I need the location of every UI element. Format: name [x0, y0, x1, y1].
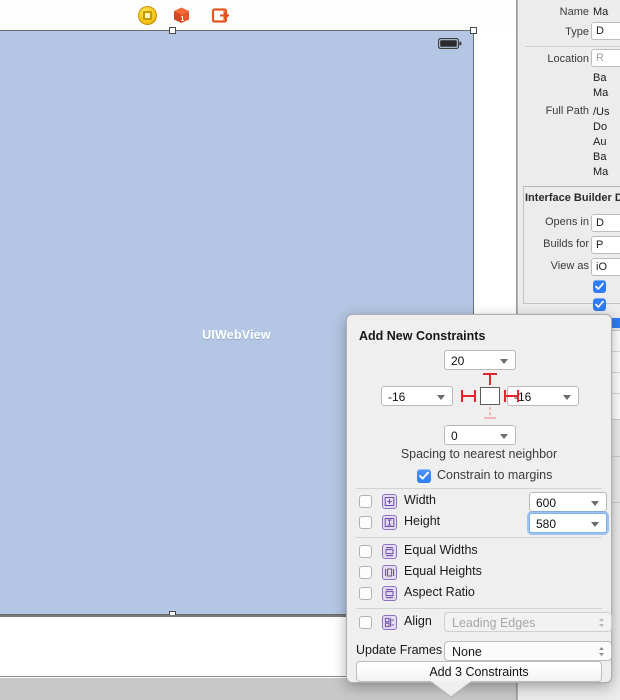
file-template-library-icon[interactable] — [138, 6, 157, 25]
align-checkbox[interactable] — [359, 616, 372, 629]
full-path-line-5: Ma — [593, 166, 609, 178]
equal-widths-checkbox[interactable] — [359, 545, 372, 558]
media-library-icon[interactable] — [211, 6, 230, 25]
aspect-ratio-label: Aspect Ratio — [404, 585, 475, 599]
use-size-classes-checkbox[interactable] — [593, 298, 606, 311]
view-as-value: iO — [596, 261, 607, 273]
height-value: 580 — [536, 517, 557, 531]
constraint-row-aspect-ratio[interactable]: Aspect Ratio — [346, 583, 612, 604]
equal-heights-checkbox[interactable] — [359, 566, 372, 579]
updown-chevron-icon — [599, 618, 604, 627]
chevron-down-icon — [591, 522, 599, 527]
bottom-constraint-bar — [484, 407, 496, 419]
leading-spacing-value: -16 — [388, 390, 406, 404]
align-icon — [382, 615, 397, 630]
width-constraint-checkbox[interactable] — [359, 495, 372, 508]
full-path-line-4: Ba — [593, 151, 607, 163]
popover-divider-2 — [356, 537, 602, 538]
object-library-icon[interactable]: 1 — [172, 6, 191, 25]
update-frames-label: Update Frames — [356, 643, 443, 657]
constrain-to-margins-label: Constrain to margins — [437, 468, 553, 482]
height-constraint-checkbox[interactable] — [359, 516, 372, 529]
chevron-down-icon — [500, 434, 508, 439]
align-label: Align — [404, 614, 432, 628]
chevron-down-icon — [591, 501, 599, 506]
svg-text:1: 1 — [180, 16, 184, 23]
inspector-label-view-as: View as — [550, 260, 589, 272]
full-path-line-3: Au — [593, 136, 607, 148]
opens-in-value: D — [596, 217, 604, 229]
inspector-row-location: Location R — [517, 49, 620, 68]
equal-widths-icon — [382, 544, 397, 559]
height-constraint-icon — [382, 515, 397, 530]
inspector-divider-1 — [525, 46, 620, 47]
interface-builder-document-header: Interface Builder D — [525, 192, 620, 204]
chevron-down-icon — [500, 359, 508, 364]
height-value-combo[interactable]: 580 — [529, 513, 607, 533]
height-constraint-label: Height — [404, 514, 441, 528]
type-popup-button[interactable]: D — [591, 22, 620, 40]
popover-divider-1 — [356, 488, 602, 489]
popover-tail — [430, 681, 472, 698]
builds-for-value: P — [596, 239, 604, 251]
leading-constraint-bar — [461, 390, 476, 402]
location-path-line-2: Ma — [593, 87, 609, 99]
leading-spacing-combo[interactable]: -16 — [381, 386, 453, 406]
opens-in-popup-button[interactable]: D — [591, 214, 620, 232]
add-constraints-button[interactable]: Add 3 Constraints — [356, 661, 602, 682]
updown-chevron-icon — [599, 647, 604, 656]
update-frames-value: None — [452, 645, 482, 659]
inspector-label-full-path: Full Path — [545, 105, 589, 117]
add-constraints-button-label: Add 3 Constraints — [429, 665, 529, 679]
library-toolbar: 1 — [0, 0, 517, 30]
spacing-caption: Spacing to nearest neighbor — [400, 447, 558, 461]
location-popup-button[interactable]: R — [591, 49, 620, 67]
inspector-label-opens-in: Opens in — [544, 216, 589, 228]
constraint-row-equal-heights[interactable]: Equal Heights — [346, 562, 612, 583]
top-spacing-combo[interactable]: 20 — [444, 350, 516, 370]
view-as-popup-button[interactable]: iO — [591, 258, 620, 276]
align-selected-value: Leading Edges — [452, 616, 536, 630]
width-constraint-icon — [382, 494, 397, 509]
width-constraint-label: Width — [404, 493, 436, 507]
width-value: 600 — [536, 496, 557, 510]
trailing-constraint-bar — [504, 390, 519, 402]
popover-title: Add New Constraints — [359, 329, 486, 343]
popover-divider-3 — [356, 608, 602, 609]
full-path-line-2: Do — [593, 121, 608, 133]
inspector-row-name: Name Ma — [517, 4, 620, 21]
battery-icon — [438, 38, 462, 49]
align-options-popup[interactable]: Leading Edges — [444, 612, 612, 632]
full-path-line-1: /Us — [593, 106, 610, 118]
location-popup-value: R — [596, 52, 604, 64]
type-popup-value: D — [596, 25, 604, 37]
builds-for-popup-button[interactable]: P — [591, 236, 620, 254]
inspector-row-type: Type D — [517, 22, 620, 41]
equal-widths-label: Equal Widths — [404, 543, 478, 557]
constraint-spacing-widget — [460, 372, 520, 420]
constraint-row-equal-widths[interactable]: Equal Widths — [346, 541, 612, 562]
selection-handle-top-right[interactable] — [470, 27, 477, 34]
use-autolayout-checkbox[interactable] — [593, 280, 606, 293]
equal-heights-icon — [382, 565, 397, 580]
chevron-down-icon — [437, 395, 445, 400]
top-spacing-value: 20 — [451, 354, 465, 368]
width-value-combo[interactable]: 600 — [529, 492, 607, 512]
inspector-label-name: Name — [559, 6, 589, 18]
aspect-ratio-icon — [382, 586, 397, 601]
inspector-value-name: Ma — [593, 6, 609, 18]
update-frames-popup[interactable]: None — [444, 641, 612, 661]
bottom-spacing-combo[interactable]: 0 — [444, 425, 516, 445]
inspector-label-type: Type — [565, 26, 589, 38]
bottom-spacing-value: 0 — [451, 429, 458, 443]
constrain-to-margins-checkbox[interactable] — [417, 469, 431, 483]
inspector-label-location: Location — [547, 53, 589, 65]
location-path-line-1: Ba — [593, 72, 607, 84]
aspect-ratio-checkbox[interactable] — [359, 587, 372, 600]
selection-handle-top[interactable] — [169, 27, 176, 34]
top-constraint-bar — [483, 373, 497, 385]
chevron-down-icon — [563, 395, 571, 400]
equal-heights-label: Equal Heights — [404, 564, 482, 578]
inspector-label-builds-for: Builds for — [543, 238, 589, 250]
